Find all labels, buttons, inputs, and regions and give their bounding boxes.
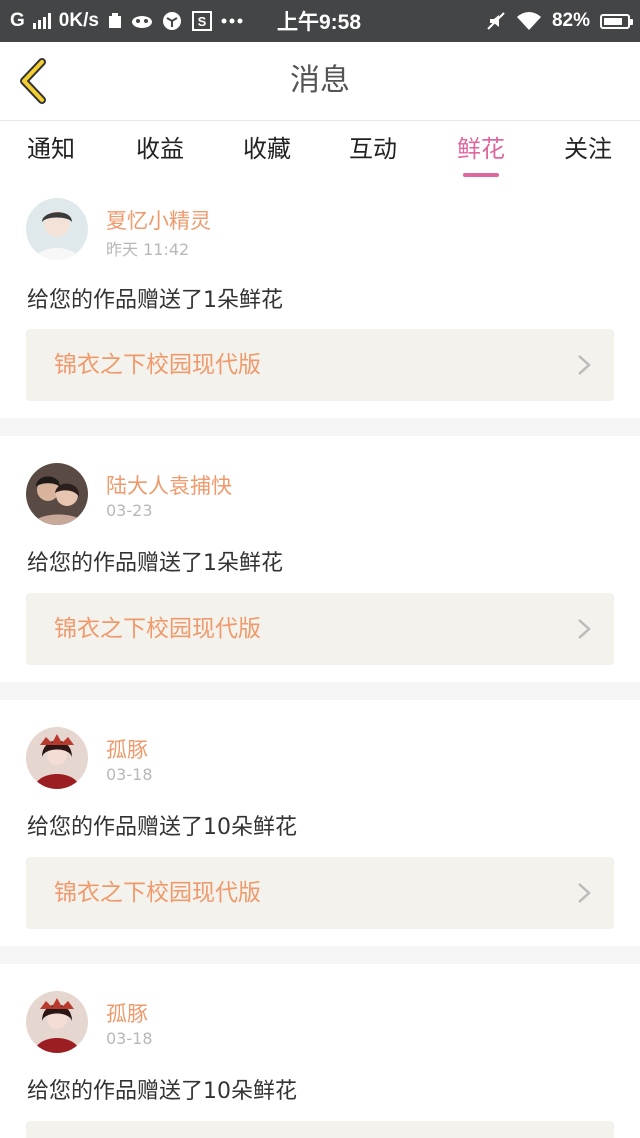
battery-percent: 82% [551,10,590,31]
tab-label: 关注 [564,135,612,163]
avatar[interactable] [26,727,88,789]
net-speed: 0K/s [58,10,99,31]
tab-label: 收藏 [243,135,291,163]
message-card: 孤豚 03-18 给您的作品赠送了10朵鲜花 [0,964,640,1138]
clock: 上午9:58 [277,11,362,34]
tab-following[interactable]: 关注 [548,121,628,181]
message-card: 孤豚 03-18 给您的作品赠送了10朵鲜花 锦衣之下校园现代版 [0,700,640,946]
carrier-label: G [10,10,25,31]
work-link[interactable]: 锦衣之下校园现代版 [26,329,614,401]
username[interactable]: 陆大人袁捕快 [106,470,232,500]
work-link[interactable] [26,1121,614,1138]
message-text: 给您的作品赠送了10朵鲜花 [27,815,297,840]
username[interactable]: 夏忆小精灵 [106,205,211,235]
tab-favorites[interactable]: 收藏 [227,121,307,181]
work-title: 锦衣之下校园现代版 [54,880,261,906]
active-tab-indicator [463,173,499,177]
mute-icon [486,11,506,31]
tab-earnings[interactable]: 收益 [120,121,200,181]
avatar[interactable] [26,198,88,260]
tab-label: 鲜花 [457,135,505,163]
username[interactable]: 孤豚 [106,734,148,764]
tab-bar: 通知 收益 收藏 互动 鲜花 关注 [0,121,640,181]
avatar[interactable] [26,991,88,1053]
tab-label: 互动 [349,135,397,163]
wifi-icon [516,11,542,31]
page-title: 消息 [290,63,350,98]
tab-label: 通知 [27,135,75,163]
work-title: 锦衣之下校园现代版 [54,352,261,378]
signal-icon [32,13,51,29]
svg-text:S: S [198,14,207,29]
status-bar: G 0K/s S 上午9:58 82% [0,0,640,42]
app-icon [131,13,153,29]
chevron-right-icon [578,355,591,375]
tab-notifications[interactable]: 通知 [11,121,91,181]
browser-icon [161,10,183,32]
more-icon [221,18,243,24]
message-card: 陆大人袁捕快 03-23 给您的作品赠送了1朵鲜花 锦衣之下校园现代版 [0,436,640,682]
battery-icon [600,13,633,29]
username[interactable]: 孤豚 [106,998,148,1028]
message-text: 给您的作品赠送了1朵鲜花 [27,551,283,576]
header: 消息 [0,42,640,121]
timestamp: 03-23 [106,501,153,520]
notification-icon [107,12,123,30]
tab-label: 收益 [136,135,184,163]
timestamp: 昨天 11:42 [106,240,190,259]
s-app-icon: S [191,10,213,32]
timestamp: 03-18 [106,1029,153,1048]
timestamp: 03-18 [106,765,153,784]
message-text: 给您的作品赠送了1朵鲜花 [27,288,283,313]
work-title: 锦衣之下校园现代版 [54,616,261,642]
message-card: 夏忆小精灵 昨天 11:42 给您的作品赠送了1朵鲜花 锦衣之下校园现代版 [0,181,640,418]
chevron-right-icon [578,619,591,639]
work-link[interactable]: 锦衣之下校园现代版 [26,857,614,929]
tab-flowers[interactable]: 鲜花 [441,121,521,181]
avatar[interactable] [26,463,88,525]
chevron-right-icon [578,883,591,903]
tab-interactions[interactable]: 互动 [333,121,413,181]
message-text: 给您的作品赠送了10朵鲜花 [27,1079,297,1104]
work-link[interactable]: 锦衣之下校园现代版 [26,593,614,665]
